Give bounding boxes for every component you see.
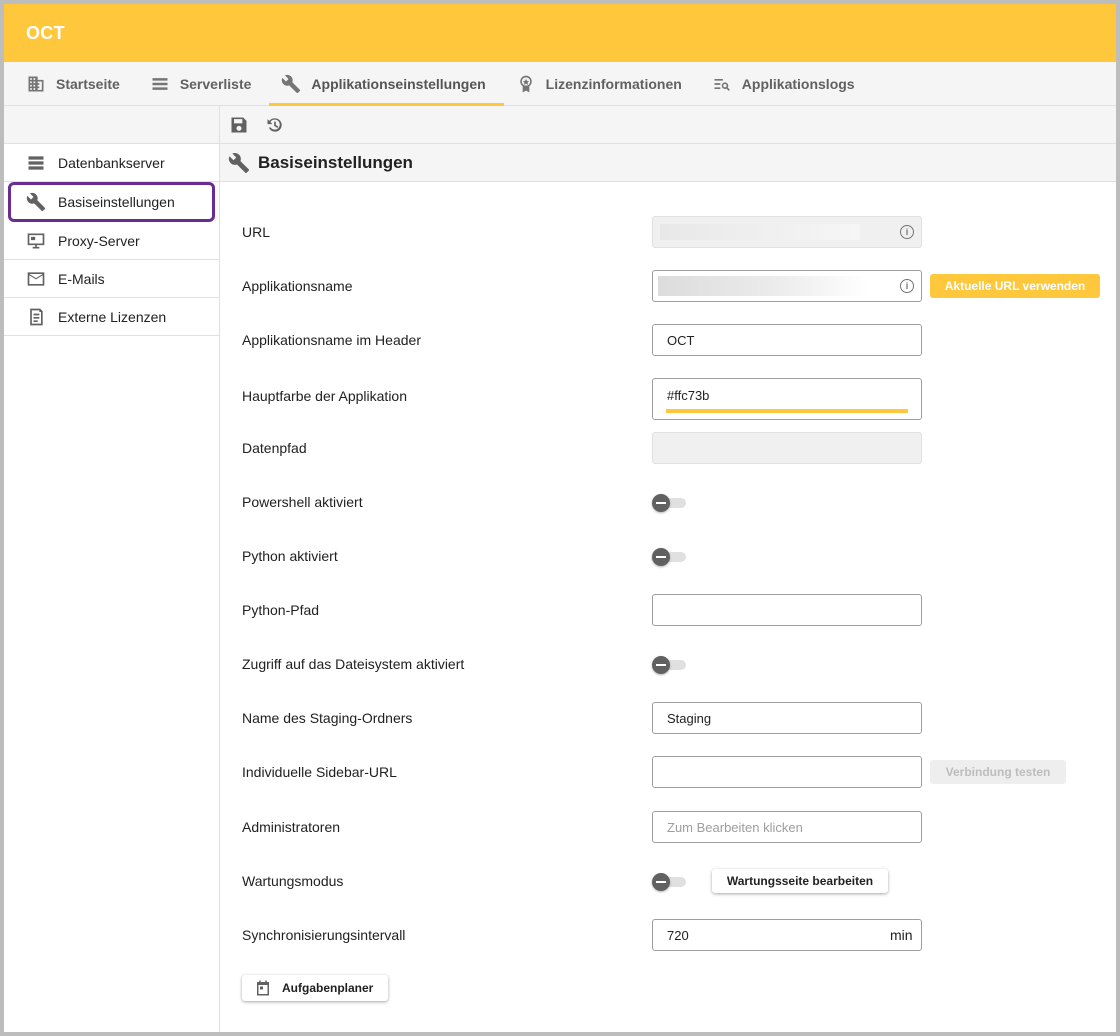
row-staging: Name des Staging-Ordners (242, 702, 1112, 742)
task-scheduler-label: Aufgabenplaner (282, 981, 374, 995)
main-nav: Startseite Serverliste Applikationseinst… (4, 62, 1116, 106)
main-color-label: Hauptfarbe der Applikation (242, 388, 407, 404)
app-name-label: Applikationsname (242, 278, 353, 294)
app-window: OCT Startseite Serverliste Applikationse… (4, 4, 1116, 1032)
row-main-color: Hauptfarbe der Applikation (242, 378, 1112, 422)
admins-input[interactable] (652, 811, 922, 843)
tab-applikationslogs[interactable]: Applikationslogs (700, 62, 873, 105)
python-toggle[interactable] (652, 548, 686, 566)
sidebar-item-label: Proxy-Server (58, 232, 140, 249)
sync-label: Synchronisierungsintervall (242, 927, 406, 943)
admins-label: Administratoren (242, 819, 341, 835)
sidebar-item-datenbankserver[interactable]: Datenbankserver (4, 144, 219, 182)
sidebar-url-input[interactable] (652, 756, 922, 788)
app-title: OCT (26, 22, 65, 43)
edit-maintenance-page-button[interactable]: Wartungsseite bearbeiten (712, 869, 888, 893)
section-header: Basiseinstellungen (220, 144, 1116, 182)
row-app-name: Applikationsname i Aktuelle URL verwende… (242, 270, 1112, 310)
tab-startseite[interactable]: Startseite (14, 62, 138, 105)
sidebar-item-proxy-server[interactable]: Proxy-Server (4, 222, 219, 260)
monitor-icon (27, 233, 45, 248)
wrench-icon (282, 74, 301, 93)
tab-lizenzinformationen[interactable]: Lizenzinformationen (504, 62, 700, 105)
staging-label: Name des Staging-Ordners (242, 710, 413, 726)
settings-sidebar: Datenbankserver Basiseinstellungen Proxy… (4, 106, 220, 1032)
row-scheduler: Aufgabenplaner (242, 975, 1112, 1015)
save-icon (231, 117, 247, 132)
row-sync: Synchronisierungsintervall min (242, 919, 1112, 959)
row-python: Python aktiviert (242, 540, 1112, 580)
row-python-path: Python-Pfad (242, 594, 1112, 634)
data-path-input (652, 432, 922, 464)
award-icon (519, 75, 532, 92)
filesystem-toggle[interactable] (652, 656, 686, 674)
redacted-value (660, 224, 860, 240)
app-header: OCT (4, 4, 1116, 62)
main-color-input[interactable] (652, 378, 922, 420)
filesystem-label: Zugriff auf das Dateisystem aktiviert (242, 656, 465, 672)
use-current-url-button[interactable]: Aktuelle URL verwenden (930, 274, 1100, 298)
row-data-path: Datenpfad (242, 432, 1112, 472)
log-search-icon (714, 78, 730, 91)
info-icon[interactable]: i (900, 279, 914, 293)
powershell-label: Powershell aktiviert (242, 494, 363, 510)
wrench-icon (26, 192, 46, 212)
staging-input[interactable] (652, 702, 922, 734)
sidebar-item-basiseinstellungen[interactable]: Basiseinstellungen (8, 182, 215, 222)
sidebar-item-label: Externe Lizenzen (58, 308, 167, 325)
task-scheduler-button[interactable]: Aufgabenplaner (242, 975, 388, 1001)
calendar-icon (257, 980, 269, 996)
tab-label: Applikationseinstellungen (311, 75, 486, 92)
section-title: Basiseinstellungen (258, 152, 413, 172)
wrench-icon (228, 152, 250, 173)
list-icon (152, 77, 168, 90)
python-label: Python aktiviert (242, 548, 338, 564)
sync-unit: min (890, 927, 913, 943)
test-connection-button: Verbindung testen (930, 760, 1066, 784)
sidebar-item-label: E-Mails (58, 270, 105, 287)
row-admins: Administratoren (242, 811, 1112, 851)
redacted-value (658, 276, 868, 296)
mail-icon (27, 271, 45, 286)
python-path-input[interactable] (652, 594, 922, 626)
sidebar-item-label: Datenbankserver (58, 154, 165, 171)
row-sidebar-url: Individuelle Sidebar-URL Verbindung test… (242, 756, 1112, 796)
reset-button[interactable] (264, 114, 286, 136)
data-path-label: Datenpfad (242, 440, 307, 456)
header-name-label: Applikationsname im Header (242, 332, 421, 348)
tab-label: Serverliste (179, 75, 252, 92)
building-icon (28, 76, 44, 91)
sidebar-item-label: Basiseinstellungen (58, 194, 175, 210)
sync-interval-input[interactable] (652, 919, 922, 951)
reset-icon (267, 117, 282, 132)
header-name-input[interactable] (652, 324, 922, 356)
python-path-label: Python-Pfad (242, 602, 320, 618)
color-preview-bar (666, 409, 908, 413)
row-header-name: Applikationsname im Header (242, 324, 1112, 364)
tab-label: Startseite (56, 75, 120, 92)
row-url: URL i (242, 216, 1112, 256)
maintenance-label: Wartungsmodus (242, 873, 344, 889)
row-powershell: Powershell aktiviert (242, 486, 1112, 526)
row-maintenance: Wartungsmodus Wartungsseite bearbeiten (242, 865, 1112, 905)
tab-applikationseinstellungen[interactable]: Applikationseinstellungen (269, 62, 504, 106)
maintenance-toggle[interactable] (652, 873, 686, 891)
info-icon[interactable]: i (900, 225, 914, 239)
settings-main: Basiseinstellungen URL i Applikationsnam… (220, 106, 1116, 1032)
sidebar-item-externe-lizenzen[interactable]: Externe Lizenzen (4, 298, 219, 336)
tab-label: Lizenzinformationen (545, 75, 682, 92)
tab-serverliste[interactable]: Serverliste (138, 62, 270, 105)
url-label: URL (242, 224, 271, 240)
toolbar (220, 106, 1116, 144)
license-icon (30, 308, 43, 325)
sidebar-item-e-mails[interactable]: E-Mails (4, 260, 219, 298)
save-button[interactable] (228, 114, 250, 136)
powershell-toggle[interactable] (652, 494, 686, 512)
row-filesystem: Zugriff auf das Dateisystem aktiviert (242, 648, 1112, 688)
sidebar-url-label: Individuelle Sidebar-URL (242, 764, 397, 780)
database-icon (28, 155, 44, 170)
tab-label: Applikationslogs (741, 75, 855, 92)
